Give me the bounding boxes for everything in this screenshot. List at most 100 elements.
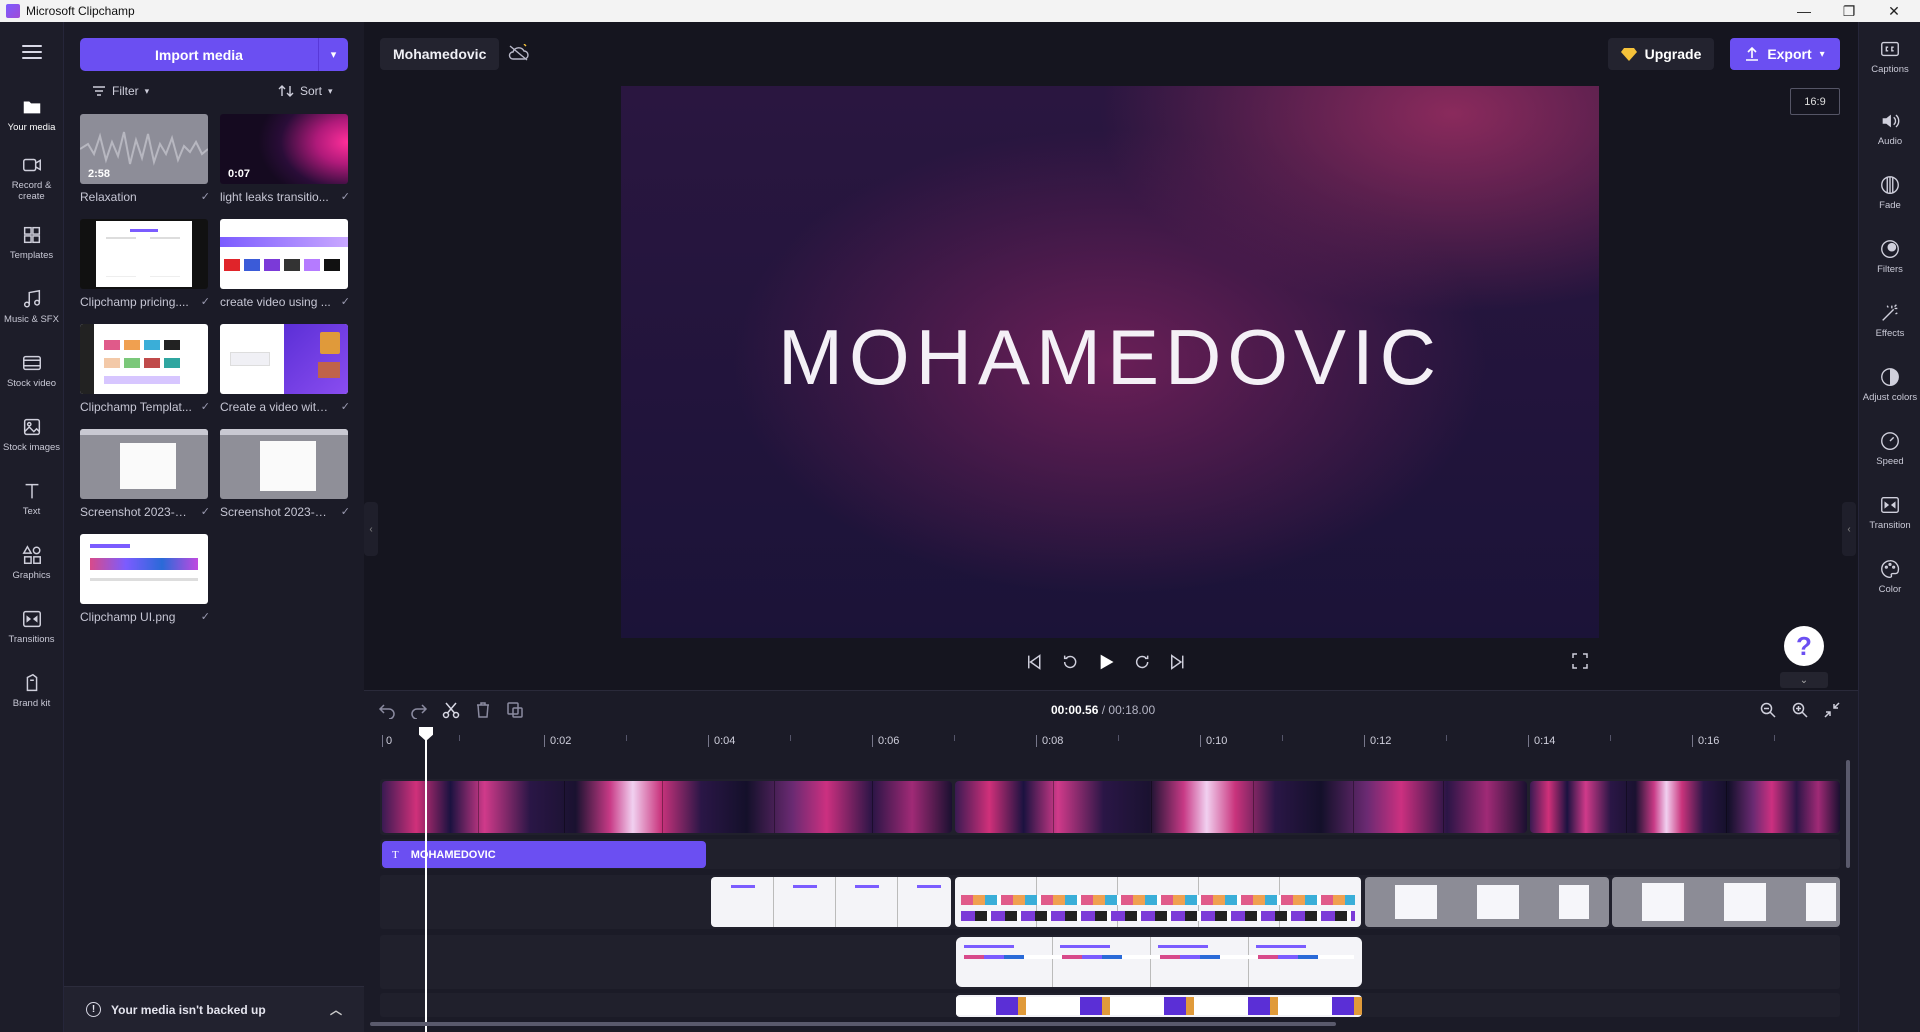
media-item[interactable]: Screenshot 2023-10... ✓ [80,429,210,519]
rail-item-effects[interactable]: Effects [1859,302,1920,339]
restore-button[interactable]: ❐ [1829,0,1869,22]
rail-item-fade[interactable]: Fade [1859,174,1920,211]
rail-item-record-create[interactable]: Record & create [0,146,63,210]
import-media-button[interactable]: Import media [80,38,318,71]
rail-item-text[interactable]: Text [0,466,63,530]
timeline-vertical-scrollbar[interactable] [1846,760,1850,868]
filter-button[interactable]: Filter ▾ [92,84,149,98]
image-clip[interactable] [1365,877,1609,927]
image-clip[interactable] [1612,877,1840,927]
image-clip[interactable] [956,995,1362,1017]
collapse-left-panel-button[interactable]: ‹ [364,502,378,556]
media-name: Clipchamp pricing.... [80,295,189,309]
collapse-right-panel-button[interactable]: ‹ [1842,502,1856,556]
undo-icon[interactable] [378,701,396,719]
zoom-out-icon[interactable] [1759,701,1777,719]
backup-status-bar[interactable]: ! Your media isn't backed up ︿ [64,986,364,1032]
chevron-down-icon: ▾ [330,49,337,61]
rail-item-audio[interactable]: Audio [1859,110,1920,147]
media-name: Screenshot 2023-10... [220,505,332,519]
rail-item-transitions[interactable]: Transitions [0,594,63,658]
playback-controls [1026,650,1186,674]
folder-icon [23,101,40,113]
delete-icon[interactable] [474,701,492,719]
skip-back-icon[interactable] [1026,653,1043,671]
image-clip[interactable] [711,877,951,927]
rail-item-color[interactable]: Color [1859,558,1920,595]
sort-button[interactable]: Sort ▾ [278,84,333,98]
forward-5-icon[interactable] [1133,652,1151,672]
media-item[interactable]: Clipchamp Templat... ✓ [80,324,210,414]
ruler-label: 0:08 [1042,735,1064,747]
check-icon: ✓ [200,401,210,413]
play-icon[interactable] [1097,652,1115,672]
upgrade-button[interactable]: Upgrade [1608,38,1714,70]
rail-item-filters[interactable]: Filters [1859,238,1920,275]
import-options-button[interactable]: ▾ [318,38,348,71]
media-panel: Import media ▾ Filter ▾ Sort ▾ 2:58 Rela… [64,22,364,1032]
project-name-field[interactable]: Mohamedovic [380,38,500,70]
scissors-icon[interactable] [442,701,460,719]
skip-forward-icon[interactable] [1169,653,1186,671]
media-item[interactable]: 0:07 light leaks transitio... ✓ [220,114,350,204]
media-item[interactable]: Screenshot 2023-10... ✓ [220,429,350,519]
rail-item-music-sfx[interactable]: Music & SFX [0,274,63,338]
video-clip[interactable] [955,781,1527,833]
help-collapse-button[interactable]: ⌄ [1780,672,1828,688]
filters-icon [1881,240,1899,258]
media-item[interactable]: Clipchamp pricing.... ✓ [80,219,210,309]
film-icon [22,355,41,370]
brand-icon [26,673,37,691]
media-name: Clipchamp Templat... [80,400,192,414]
image-clip[interactable] [956,937,1362,987]
zoom-in-icon[interactable] [1791,701,1809,719]
timeline-panel: 00:00.56 / 00:18.00 0 0:02 0:04 0:06 0:0… [364,690,1858,1032]
clipchamp-logo-icon [6,4,20,18]
rail-item-templates[interactable]: Templates [0,210,63,274]
video-clip[interactable] [1530,781,1840,833]
rail-item-adjust-colors[interactable]: Adjust colors [1859,366,1920,403]
image-clip[interactable] [955,877,1361,927]
media-name: Create a video with ... [220,400,332,414]
preview-title-text[interactable]: MOHAMEDOVIC [778,312,1442,403]
media-item[interactable]: Clipchamp UI.png ✓ [80,534,210,624]
aspect-ratio-button[interactable]: 16:9 [1790,88,1840,115]
media-item[interactable]: create video using ... ✓ [220,219,350,309]
text-clip[interactable]: T MOHAMEDOVIC [382,841,706,868]
help-button[interactable]: ? [1784,626,1824,666]
rail-item-stock-video[interactable]: Stock video [0,338,63,402]
music-icon [23,289,40,308]
rail-item-captions[interactable]: Captions [1859,38,1920,75]
menu-button[interactable] [0,22,63,82]
rail-item-transition[interactable]: Transition [1859,494,1920,531]
close-button[interactable]: ✕ [1874,0,1914,22]
media-name: Screenshot 2023-10... [80,505,192,519]
minimize-button[interactable]: — [1784,0,1824,22]
image-icon [23,418,40,435]
playhead[interactable] [425,730,427,1032]
timeline-horizontal-scrollbar[interactable] [370,1022,1336,1026]
rail-item-your-media[interactable]: Your media [0,82,63,146]
chevron-left-icon: ‹ [1847,523,1851,535]
rail-item-graphics[interactable]: Graphics [0,530,63,594]
total-time: 00:18.00 [1108,703,1156,717]
media-thumbnail [80,429,208,499]
video-clip[interactable] [382,781,952,833]
media-item[interactable]: Create a video with ... ✓ [220,324,350,414]
chevron-up-icon[interactable]: ︿ [330,1001,342,1018]
fullscreen-icon[interactable] [1572,653,1588,669]
right-properties-rail: Captions Audio Fade Filters Effects Adju… [1858,22,1920,1032]
duplicate-icon[interactable] [506,701,524,719]
rail-item-brand-kit[interactable]: Brand kit [0,658,63,722]
cloud-off-icon[interactable] [508,44,530,62]
redo-icon[interactable] [410,701,428,719]
export-button[interactable]: Export ▾ [1730,38,1840,70]
video-preview[interactable]: MOHAMEDOVIC [621,86,1599,638]
timeline-ruler[interactable]: 0 0:02 0:04 0:06 0:08 0:10 0:12 0:14 0:1… [364,731,1858,753]
rewind-5-icon[interactable] [1061,652,1079,672]
fit-timeline-icon[interactable] [1823,701,1841,719]
media-item[interactable]: 2:58 Relaxation ✓ [80,114,210,204]
rail-item-speed[interactable]: Speed [1859,430,1920,467]
rail-item-stock-images[interactable]: Stock images [0,402,63,466]
effects-icon [1882,304,1898,321]
